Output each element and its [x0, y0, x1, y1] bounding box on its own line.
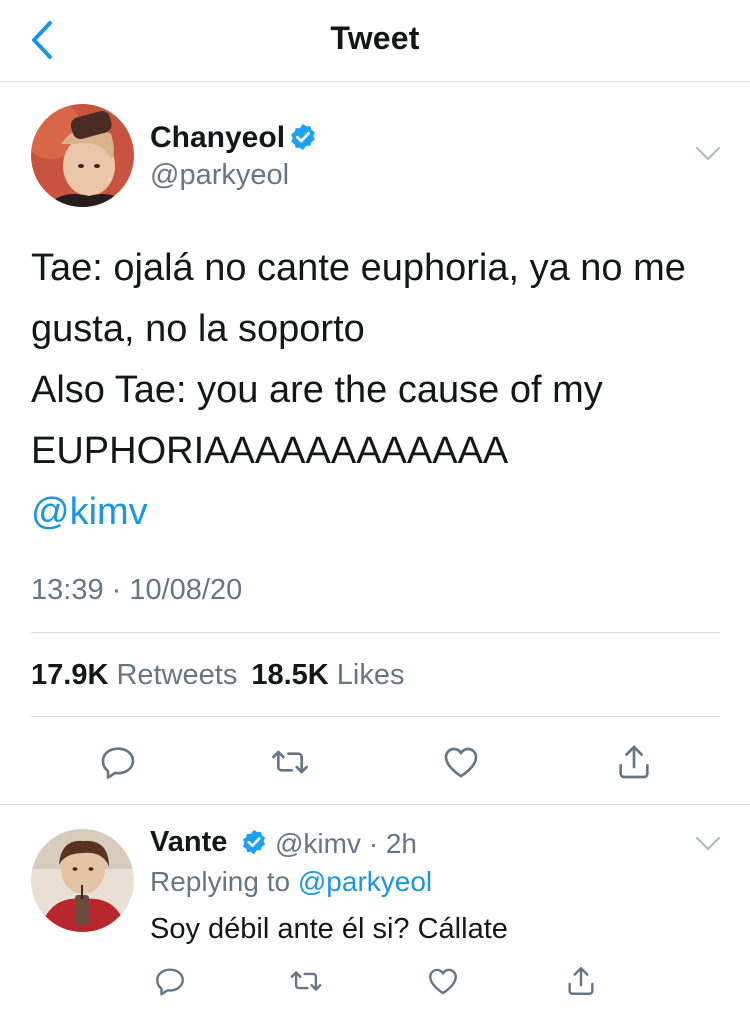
retweet-icon: [272, 750, 308, 774]
chevron-down-icon[interactable]: [693, 142, 723, 166]
divider: [31, 716, 720, 717]
like-button[interactable]: [425, 963, 461, 999]
chevron-down-icon[interactable]: [693, 832, 723, 856]
page-title: Tweet: [330, 20, 420, 56]
retweet-button[interactable]: [268, 740, 312, 784]
tweet-text-line: Tae: ojalá no cante euphoria, ya no me: [31, 247, 686, 289]
share-icon: [619, 745, 649, 779]
retweets-label: Retweets: [116, 659, 238, 691]
replying-prefix: Replying to: [150, 866, 291, 897]
likes-label: Likes: [336, 659, 405, 691]
avatar[interactable]: [31, 104, 134, 207]
avatar[interactable]: [31, 829, 134, 932]
reply-icon: [156, 968, 184, 996]
tweet-stats: 17.9K Retweets 18.5K Likes: [31, 659, 405, 692]
retweet-icon: [290, 971, 322, 991]
likes-count: 18.5K: [251, 659, 329, 691]
mention-link[interactable]: @kimv: [31, 482, 731, 543]
tweet-timestamp: 13:39 · 10/08/20: [31, 574, 243, 606]
retweets-count: 17.9K: [31, 659, 109, 691]
reply-author-name[interactable]: Vante: [150, 826, 227, 859]
top-bar: Tweet: [0, 0, 750, 82]
reply-handle-time: @kimv · 2h: [275, 828, 417, 859]
retweet-button[interactable]: [288, 963, 324, 999]
divider: [0, 804, 750, 805]
author-name[interactable]: Chanyeol: [150, 121, 285, 155]
likes-stat[interactable]: 18.5K Likes: [251, 659, 404, 691]
reply-button[interactable]: [96, 740, 140, 784]
verified-badge-icon: [243, 829, 265, 855]
replying-to: Replying to @parkyeol: [150, 866, 432, 898]
replying-to-mention[interactable]: @parkyeol: [298, 866, 432, 897]
retweets-stat[interactable]: 17.9K Retweets: [31, 659, 237, 691]
share-icon: [568, 967, 594, 995]
reply-text: Soy débil ante él si? Cállate: [150, 913, 508, 945]
tweet-text-line: EUPHORIAAAAAAAAAAAA: [31, 430, 509, 472]
tweet-text-line: gusta, no la soporto: [31, 308, 365, 350]
reply-button[interactable]: [152, 963, 188, 999]
share-button[interactable]: [612, 740, 656, 784]
like-icon: [444, 747, 478, 778]
reply-icon: [101, 747, 135, 779]
tweet-text-line: Also Tae: you are the cause of my: [31, 369, 603, 411]
author-handle[interactable]: @parkyeol: [150, 159, 289, 192]
share-button[interactable]: [563, 963, 599, 999]
like-button[interactable]: [439, 740, 483, 784]
tweet-text: Tae: ojalá no cante euphoria, ya no me g…: [31, 238, 731, 543]
verified-badge-icon: [291, 123, 315, 151]
like-icon: [429, 968, 457, 995]
divider: [31, 632, 720, 633]
